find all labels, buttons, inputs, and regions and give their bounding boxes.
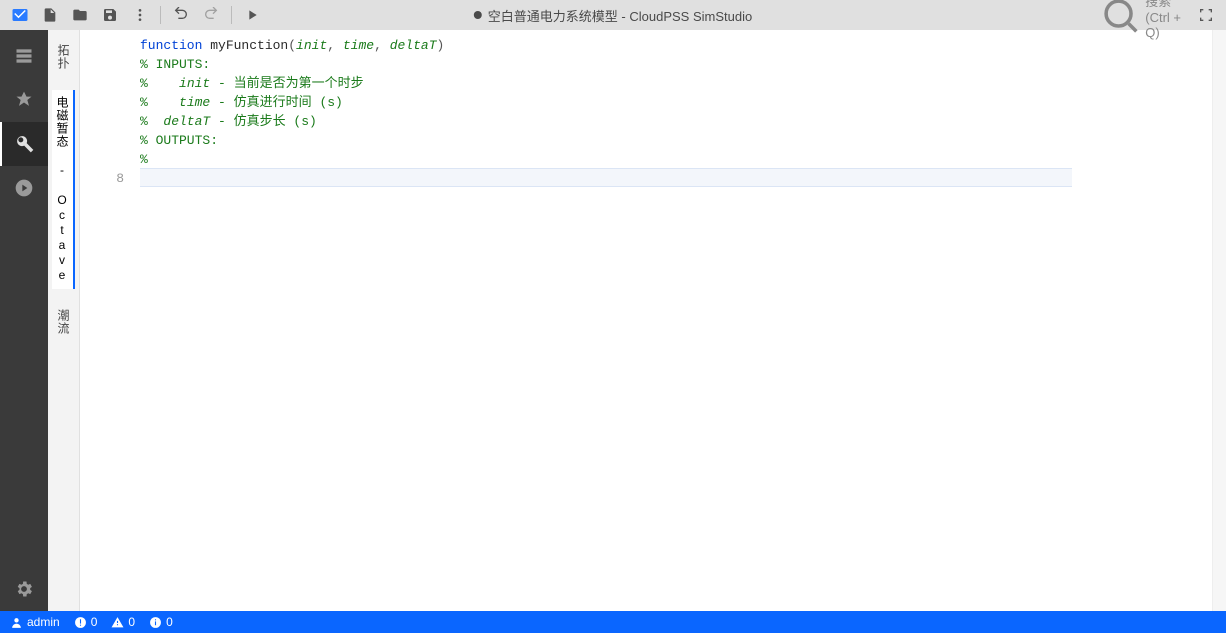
code-line[interactable] (140, 168, 1072, 187)
activity-bar (0, 30, 48, 611)
activity-tools-icon[interactable] (0, 122, 48, 166)
scrollbar-vertical[interactable] (1212, 30, 1226, 611)
undo-button[interactable] (167, 1, 195, 29)
top-toolbar: 空白普通电力系统模型 - CloudPSS SimStudio 搜索 (Ctrl… (0, 0, 1226, 30)
error-icon (74, 616, 87, 629)
vertical-tab-0[interactable]: 拓扑 (53, 38, 74, 76)
activity-panel-icon[interactable] (0, 34, 48, 78)
app-logo-icon[interactable] (6, 1, 34, 29)
activity-settings-icon[interactable] (0, 567, 48, 611)
modified-dot-icon (474, 11, 482, 19)
save-button[interactable] (96, 1, 124, 29)
status-errors[interactable]: 0 (74, 615, 98, 629)
vertical-tab-1[interactable]: 电磁暂态 - Octave (52, 90, 75, 289)
warning-icon (111, 616, 124, 629)
code-line[interactable]: function myFunction(init, time, deltaT) (140, 36, 1212, 55)
new-file-button[interactable] (36, 1, 64, 29)
more-menu-button[interactable] (126, 1, 154, 29)
open-file-button[interactable] (66, 1, 94, 29)
info-icon (149, 616, 162, 629)
status-bar: admin 0 0 0 (0, 611, 1226, 633)
code-line[interactable]: % init - 当前是否为第一个时步 (140, 74, 1212, 93)
vertical-tabs: 拓扑电磁暂态 - Octave 潮流 (48, 30, 80, 611)
editor-content[interactable]: function myFunction(init, time, deltaT)%… (132, 30, 1212, 611)
activity-component-icon[interactable] (0, 78, 48, 122)
status-warnings[interactable]: 0 (111, 615, 135, 629)
vertical-tab-2[interactable]: 潮流 (53, 303, 74, 341)
editor-gutter: 8 (80, 30, 132, 611)
code-line[interactable]: % OUTPUTS: (140, 131, 1212, 150)
code-line[interactable]: % INPUTS: (140, 55, 1212, 74)
status-user[interactable]: admin (10, 615, 60, 629)
redo-button[interactable] (197, 1, 225, 29)
code-editor[interactable]: 8 function myFunction(init, time, deltaT… (80, 30, 1226, 611)
code-line[interactable]: % time - 仿真进行时间 (s) (140, 93, 1212, 112)
status-info[interactable]: 0 (149, 615, 173, 629)
code-line[interactable]: % (140, 150, 1212, 169)
activity-run-icon[interactable] (0, 166, 48, 210)
window-title: 空白普通电力系统模型 - CloudPSS SimStudio (474, 6, 752, 25)
code-line[interactable]: % deltaT - 仿真步长 (s) (140, 112, 1212, 131)
fullscreen-button[interactable] (1192, 1, 1220, 29)
run-button[interactable] (238, 1, 266, 29)
user-icon (10, 616, 23, 629)
